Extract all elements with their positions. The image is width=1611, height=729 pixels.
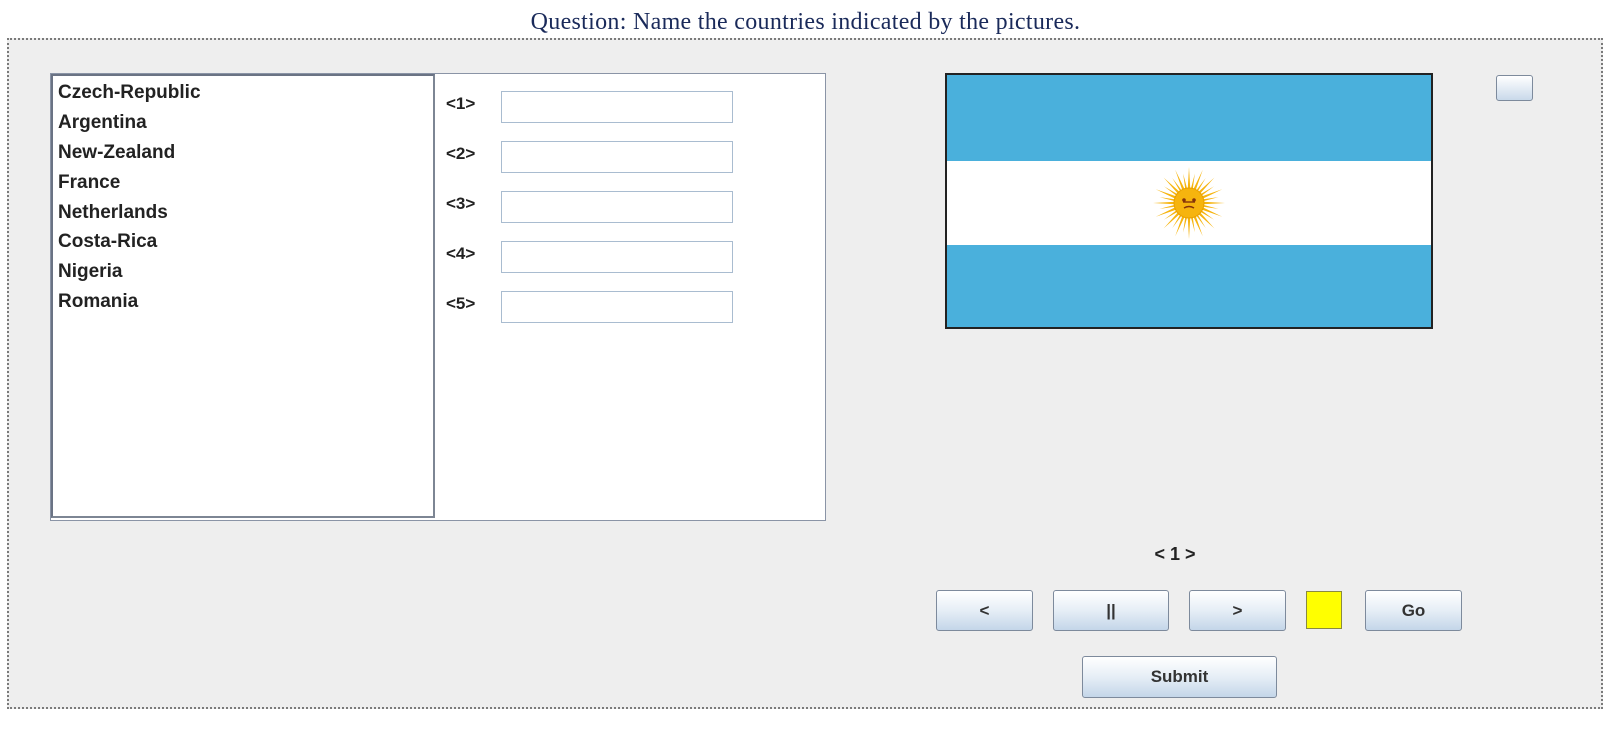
sun-ray [1201,207,1223,217]
previous-button[interactable]: < [936,590,1033,631]
list-item[interactable]: Romania [58,291,138,313]
flag-band-bottom [947,245,1431,327]
list-item[interactable]: Costa-Rica [58,231,157,253]
sun-ray [1159,204,1176,209]
sun-ray [1202,197,1219,202]
list-item[interactable]: Netherlands [58,202,168,224]
answer-field-2[interactable] [501,141,733,173]
sun-ray [1187,216,1191,239]
flag-band-top [947,75,1431,161]
answer-field-1[interactable] [501,91,733,123]
sun-ray [1193,169,1203,191]
sun-ray [1175,169,1185,191]
status-indicator [1306,591,1342,629]
sun-ray [1202,204,1219,209]
answer-field-3[interactable] [501,191,733,223]
sun-ray [1159,197,1176,202]
sun-ray [1155,207,1177,217]
go-button[interactable]: Go [1365,590,1462,631]
sun-of-may-icon [1153,167,1225,239]
question-title: Question: Name the countries indicated b… [530,9,1081,35]
answer-label-5: <5> [446,294,476,313]
list-item[interactable]: Czech-Republic [58,82,201,104]
list-item[interactable]: New-Zealand [58,142,175,164]
pause-button[interactable]: || [1053,590,1169,631]
list-item[interactable]: Nigeria [58,261,122,283]
list-item[interactable]: France [58,172,120,194]
sun-ray [1201,189,1223,199]
list-item[interactable]: Argentina [58,112,147,134]
sun-ray [1183,173,1188,190]
corner-button[interactable] [1496,75,1533,101]
answer-field-4[interactable] [501,241,733,273]
answer-field-5[interactable] [501,291,733,323]
answer-label-3: <3> [446,194,476,213]
answer-label-2: <2> [446,144,476,163]
sun-ray [1190,173,1195,190]
submit-button[interactable]: Submit [1082,656,1277,698]
sun-ray [1153,201,1176,205]
answer-label-4: <4> [446,244,476,263]
country-list[interactable]: Czech-Republic Argentina New-Zealand Fra… [51,74,435,518]
sun-ray [1183,216,1188,233]
sun-ray [1155,189,1177,199]
page-indicator: < 1 > [1154,544,1196,564]
answer-label-1: <1> [446,94,476,113]
sun-ray [1202,201,1225,205]
next-button[interactable]: > [1189,590,1286,631]
sun-ray [1175,215,1185,237]
sun-ray [1193,215,1203,237]
sun-ray [1190,216,1195,233]
flag-band-middle [947,161,1431,245]
sun-ray [1187,167,1191,190]
flag-image [945,73,1433,329]
